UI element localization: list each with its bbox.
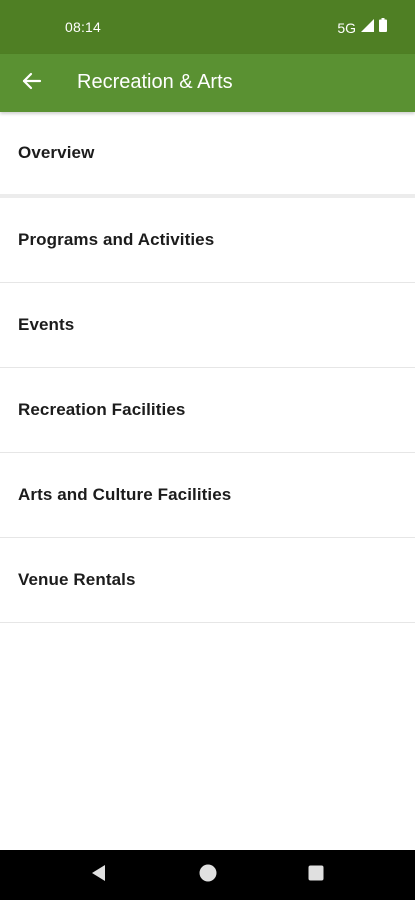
menu-item-recreation-facilities[interactable]: Recreation Facilities [0,368,415,453]
system-nav-bar [0,850,415,900]
network-type: 5G [337,19,356,36]
battery-icon [379,18,387,37]
status-bar: 08:14 5G [0,0,415,54]
app-bar: Recreation & Arts [0,54,415,112]
nav-home-button[interactable] [196,863,220,887]
menu-item-arts-and-culture-facilities[interactable]: Arts and Culture Facilities [0,453,415,538]
menu-item-label: Recreation Facilities [18,400,186,419]
menu-item-label: Arts and Culture Facilities [18,485,232,504]
status-time: 08:14 [65,19,102,35]
menu-item-label: Events [18,315,75,334]
menu-item-label: Venue Rentals [18,570,136,589]
signal-icon [361,18,374,37]
menu-item-venue-rentals[interactable]: Venue Rentals [0,538,415,623]
nav-back-icon [90,864,108,887]
back-button[interactable] [12,63,52,103]
nav-recents-icon [307,864,325,887]
nav-back-button[interactable] [87,863,111,887]
arrow-back-icon [22,71,42,96]
menu-item-events[interactable]: Events [0,283,415,368]
screen: 08:14 5G Recreation & Arts Overview Prog… [0,0,415,900]
menu-list: Overview Programs and Activities Events … [0,112,415,623]
menu-item-programs-and-activities[interactable]: Programs and Activities [0,198,415,283]
page-title: Recreation & Arts [77,71,233,93]
menu-item-overview[interactable]: Overview [0,112,415,198]
menu-item-label: Overview [18,143,95,162]
nav-home-icon [198,863,218,888]
nav-recents-button[interactable] [304,863,328,887]
menu-item-label: Programs and Activities [18,230,215,249]
status-indicators: 5G [337,18,387,37]
